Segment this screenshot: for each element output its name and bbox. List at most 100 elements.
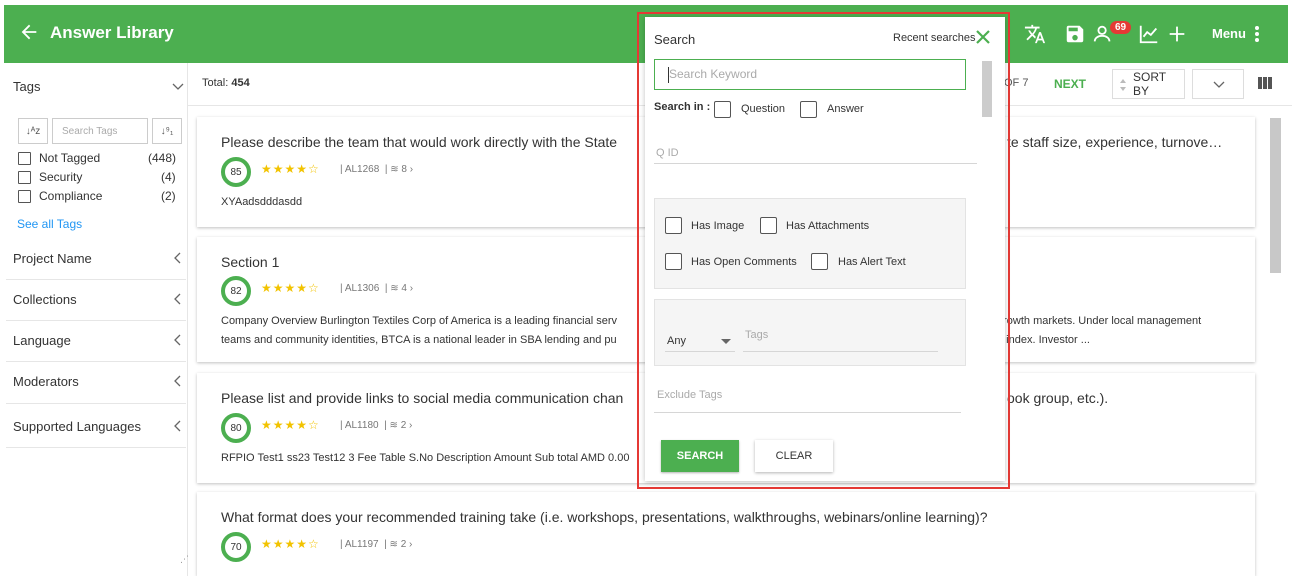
translate-icon[interactable] bbox=[1024, 23, 1046, 45]
has-attachments-checkbox[interactable] bbox=[760, 217, 777, 234]
chevron-left-icon[interactable] bbox=[172, 375, 184, 387]
save-icon[interactable] bbox=[1064, 23, 1086, 45]
answer-card[interactable]: What format does your recommended traini… bbox=[197, 492, 1255, 576]
columns-icon[interactable] bbox=[1258, 76, 1272, 90]
divider bbox=[6, 447, 186, 448]
layers-icon: ≋ bbox=[389, 539, 398, 550]
sort-numeric-button[interactable]: ↓⁹₁ bbox=[152, 118, 182, 144]
more-vertical-icon[interactable] bbox=[1254, 25, 1260, 43]
card-answer-end: growth markets. Under local management bbox=[997, 315, 1202, 327]
chevron-down-icon bbox=[1213, 81, 1225, 88]
tags-underline bbox=[743, 351, 938, 352]
sidebar-section-collections[interactable]: Collections bbox=[13, 292, 77, 307]
exclude-tags-input[interactable]: Exclude Tags bbox=[657, 389, 722, 401]
back-arrow-icon[interactable] bbox=[18, 21, 40, 43]
total-label: Total: bbox=[202, 77, 229, 89]
card-meta: | AL1268 | ≋ 8 › bbox=[340, 164, 414, 175]
score-ring: 70 bbox=[221, 532, 251, 562]
tag-label: Security bbox=[39, 170, 83, 184]
tags-header[interactable]: Tags bbox=[13, 79, 40, 94]
sidebar-section-supported-languages[interactable]: Supported Languages bbox=[13, 419, 141, 434]
page-title: Answer Library bbox=[50, 23, 174, 42]
star-rating[interactable]: ★★★★☆ bbox=[261, 537, 320, 551]
divider bbox=[6, 361, 186, 362]
chevron-right-icon[interactable]: › bbox=[409, 420, 412, 431]
has-attachments-label: Has Attachments bbox=[786, 220, 870, 232]
star-rating[interactable]: ★★★★☆ bbox=[261, 418, 320, 432]
total-value: 454 bbox=[231, 77, 250, 89]
page-scrollbar[interactable] bbox=[1270, 118, 1281, 273]
search-in-answer-checkbox[interactable] bbox=[800, 101, 817, 118]
sort-ascending-button[interactable]: ↓ᴬz bbox=[18, 118, 48, 144]
search-in-question-checkbox[interactable] bbox=[714, 101, 731, 118]
search-in-question-label: Question bbox=[741, 103, 786, 115]
tag-checkbox[interactable] bbox=[18, 190, 31, 203]
qid-input[interactable]: Q ID bbox=[656, 147, 679, 159]
tag-label: Not Tagged bbox=[39, 151, 101, 165]
score-ring: 80 bbox=[221, 413, 251, 443]
has-alert-text-label: Has Alert Text bbox=[838, 256, 906, 268]
search-tags-input[interactable]: Search Tags bbox=[52, 118, 148, 144]
card-meta: | AL1180 | ≋ 2 › bbox=[340, 420, 413, 431]
exclude-tags-underline bbox=[654, 412, 961, 413]
card-question-end: te staff size, experience, turnove… bbox=[1007, 134, 1223, 150]
divider bbox=[6, 320, 186, 321]
chevron-left-icon[interactable] bbox=[172, 334, 184, 346]
recent-searches-link[interactable]: Recent searches bbox=[893, 32, 976, 44]
next-page-button[interactable]: NEXT bbox=[1054, 77, 1086, 91]
search-keyword-input[interactable]: Search Keyword bbox=[654, 59, 966, 90]
see-all-tags-link[interactable]: See all Tags bbox=[17, 217, 82, 231]
card-id: AL1197 bbox=[344, 539, 379, 550]
version-count: 2 bbox=[400, 539, 407, 550]
sidebar-section-project-name[interactable]: Project Name bbox=[13, 251, 92, 266]
has-open-comments-label: Has Open Comments bbox=[691, 256, 797, 268]
star-rating[interactable]: ★★★★☆ bbox=[261, 162, 320, 176]
chart-icon[interactable] bbox=[1138, 23, 1160, 45]
flags-group bbox=[654, 198, 966, 289]
has-image-checkbox[interactable] bbox=[665, 217, 682, 234]
layers-icon: ≋ bbox=[390, 164, 399, 175]
card-question-end: ook group, etc.). bbox=[1007, 390, 1109, 406]
score-ring: 82 bbox=[221, 276, 251, 306]
sidebar-section-moderators[interactable]: Moderators bbox=[13, 374, 79, 389]
chevron-left-icon[interactable] bbox=[172, 252, 184, 264]
card-question: What format does your recommended traini… bbox=[221, 509, 988, 525]
tag-match-select[interactable]: Any bbox=[667, 335, 686, 347]
clear-button[interactable]: CLEAR bbox=[755, 440, 833, 472]
chevron-left-icon[interactable] bbox=[172, 420, 184, 432]
caret-down-icon[interactable] bbox=[721, 339, 731, 344]
search-button[interactable]: SEARCH bbox=[661, 440, 739, 472]
card-meta: | AL1306 | ≋ 4 › bbox=[340, 283, 414, 294]
tags-input[interactable]: Tags bbox=[745, 329, 768, 341]
tag-checkbox[interactable] bbox=[18, 171, 31, 184]
chevron-right-icon[interactable]: › bbox=[410, 164, 413, 175]
search-in-answer-label: Answer bbox=[827, 103, 864, 115]
sort-order-dropdown[interactable] bbox=[1192, 69, 1244, 99]
has-image-label: Has Image bbox=[691, 220, 745, 232]
sort-by-button[interactable]: SORT BY bbox=[1112, 69, 1185, 99]
plus-icon[interactable] bbox=[1166, 23, 1188, 45]
close-icon[interactable] bbox=[975, 29, 991, 45]
resize-handle-icon[interactable]: ⋰ bbox=[180, 554, 189, 565]
search-in-label: Search in : bbox=[654, 101, 711, 113]
card-id: AL1180 bbox=[344, 420, 379, 431]
qid-underline bbox=[654, 163, 977, 164]
sort-by-label: SORT BY bbox=[1133, 70, 1166, 98]
search-panel-title: Search bbox=[654, 32, 696, 47]
version-count: 2 bbox=[400, 420, 407, 431]
star-rating[interactable]: ★★★★☆ bbox=[261, 281, 320, 295]
sidebar-section-language[interactable]: Language bbox=[13, 333, 71, 348]
layers-icon: ≋ bbox=[390, 283, 399, 294]
chevron-right-icon[interactable]: › bbox=[409, 539, 412, 550]
chevron-right-icon[interactable]: › bbox=[410, 283, 413, 294]
chevron-left-icon[interactable] bbox=[172, 293, 184, 305]
has-open-comments-checkbox[interactable] bbox=[665, 253, 682, 270]
has-alert-text-checkbox[interactable] bbox=[811, 253, 828, 270]
notification-badge: 69 bbox=[1110, 21, 1132, 34]
menu-button[interactable]: Menu bbox=[1212, 26, 1246, 41]
score-ring: 85 bbox=[221, 157, 251, 187]
layers-icon: ≋ bbox=[389, 420, 398, 431]
panel-scrollbar[interactable] bbox=[982, 61, 992, 117]
tag-checkbox[interactable] bbox=[18, 152, 31, 165]
chevron-down-icon[interactable] bbox=[172, 81, 184, 93]
